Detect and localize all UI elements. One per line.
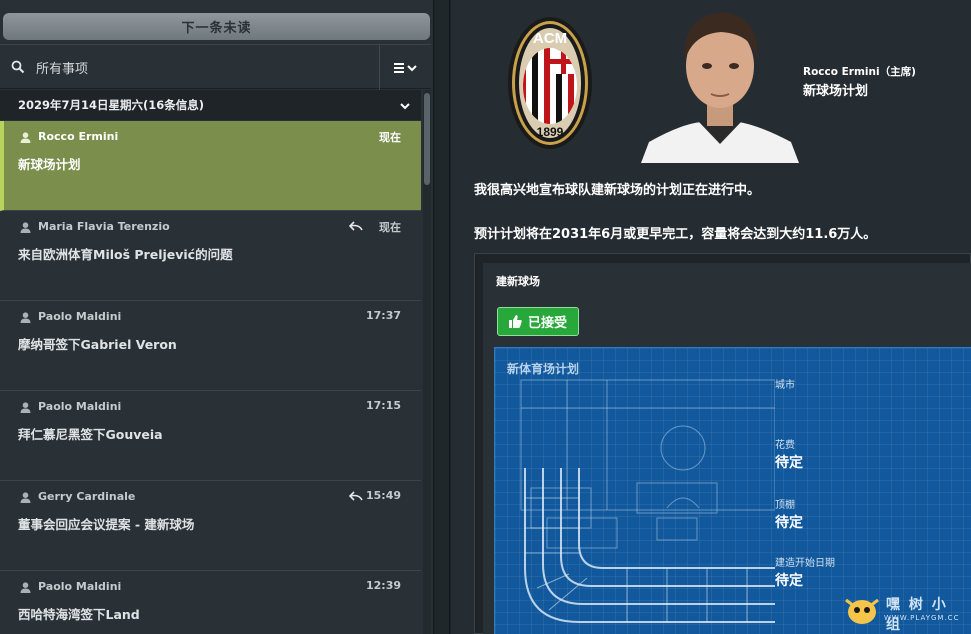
message-time: 现在 — [379, 221, 401, 234]
scrollbar-thumb[interactable] — [424, 93, 430, 185]
message-time: 12:39 — [365, 579, 401, 592]
accepted-button[interactable]: 已接受 — [497, 307, 579, 336]
president-portrait — [641, 12, 799, 163]
message-row[interactable]: Gerry Cardinale 15:49 董事会回应会议提案 - 建新球场 — [0, 481, 421, 571]
message-row[interactable]: Maria Flavia Terenzio 现在来自欧洲体育Miloš Prelj… — [0, 211, 421, 301]
crest-text: ACM — [533, 30, 567, 47]
accepted-label: 已接受 — [527, 316, 567, 331]
crest-year: 1899 — [537, 125, 564, 139]
message-row[interactable]: Paolo Maldini 17:37 摩纳哥签下Gabriel Veron — [0, 301, 421, 391]
message-time: 17:15 — [365, 399, 401, 412]
message-detail: ACM 1899 Rocco Ermini（主席) 新球场计划 我很高兴地宣布球… — [451, 0, 971, 634]
message-time: 17:37 — [365, 309, 401, 322]
club-crest-logo: ACM 1899 — [508, 17, 592, 149]
thumbs-up-icon — [508, 315, 522, 328]
field-label: 顶棚 — [775, 500, 795, 511]
field-value: 待定 — [775, 515, 803, 531]
message-row[interactable]: Rocco Ermini 现在新球场计划 — [0, 121, 421, 211]
message-sender: Paolo Maldini — [38, 580, 122, 593]
message-subject-preview: 西哈特海湾签下Land — [18, 607, 140, 622]
field-label: 建造开始日期 — [775, 558, 835, 569]
mascot-icon — [845, 598, 879, 624]
search-icon — [11, 60, 25, 74]
menu-icon — [393, 62, 417, 73]
filter-menu-button[interactable] — [379, 45, 431, 90]
sender-line: Rocco Ermini（主席) — [803, 66, 916, 78]
stadium-card: 建新球场 已接受 新体育场计划 城市 花费 待定 顶棚 待定 建造开始日期 待定 — [474, 253, 971, 634]
field-label: 城市 — [775, 380, 795, 391]
field-value: 待定 — [775, 455, 803, 471]
message-subject-preview: 新球场计划 — [18, 157, 81, 172]
message-sender: Maria Flavia Terenzio — [38, 220, 170, 233]
message-body-line-2: 预计计划将在2031年6月或更早完工，容量将会达到大约11.6万人。 — [474, 227, 877, 242]
watermark-url: WWW.PLAYGM.CC — [884, 614, 960, 622]
message-sender: Gerry Cardinale — [38, 490, 136, 503]
watermark: 嘿 树 小 组 WWW.PLAYGM.CC — [838, 590, 968, 633]
message-sender: Paolo Maldini — [38, 310, 122, 323]
stadium-card-title: 建新球场 — [496, 275, 540, 288]
message-body-line-1: 我很高兴地宣布球队建新球场的计划正在进行中。 — [474, 183, 761, 198]
scrollbar[interactable] — [423, 90, 431, 634]
panel-divider[interactable] — [435, 0, 450, 634]
search-bar[interactable]: 所有事项 — [0, 44, 431, 90]
message-sender: Rocco Ermini — [38, 130, 119, 143]
next-unread-button[interactable]: 下一条未读 — [3, 13, 430, 40]
person-icon — [20, 132, 31, 143]
message-subject-preview: 摩纳哥签下Gabriel Veron — [18, 337, 177, 352]
person-icon — [20, 492, 31, 503]
message-row[interactable]: Paolo Maldini 12:39 西哈特海湾签下Land — [0, 571, 421, 634]
message-subject-preview: 董事会回应会议提案 - 建新球场 — [18, 517, 195, 532]
message-sender: Paolo Maldini — [38, 400, 122, 413]
reply-icon — [349, 221, 363, 231]
blueprint-title: 新体育场计划 — [507, 362, 580, 376]
person-icon — [20, 222, 31, 233]
field-value: 待定 — [775, 573, 803, 589]
date-group-label: 2029年7月14日星期六(16条信息) — [18, 98, 205, 112]
inbox-panel: 下一条未读 所有事项 2029年7月14日星期六(16条信息) Rocco Er… — [0, 0, 434, 634]
person-icon — [20, 582, 31, 593]
stadium-plan-drawing — [520, 379, 775, 623]
message-subject-preview: 来自欧洲体育Miloš Preljević的问题 — [18, 247, 233, 262]
field-label: 花费 — [775, 440, 795, 451]
person-icon — [20, 312, 31, 323]
reply-icon — [349, 491, 363, 501]
message-time: 15:49 — [365, 489, 401, 502]
date-group-header[interactable]: 2029年7月14日星期六(16条信息) — [0, 90, 421, 120]
message-subject: 新球场计划 — [803, 84, 869, 99]
chevron-down-icon[interactable] — [399, 101, 411, 111]
message-time: 现在 — [379, 131, 401, 144]
stadium-card-body: 建新球场 已接受 新体育场计划 城市 花费 待定 顶棚 待定 建造开始日期 待定 — [483, 263, 971, 634]
person-icon — [20, 402, 31, 413]
search-input[interactable]: 所有事项 — [36, 58, 88, 77]
message-subject-preview: 拜仁慕尼黑签下Gouveia — [18, 427, 163, 442]
message-row[interactable]: Paolo Maldini 17:15 拜仁慕尼黑签下Gouveia — [0, 391, 421, 481]
